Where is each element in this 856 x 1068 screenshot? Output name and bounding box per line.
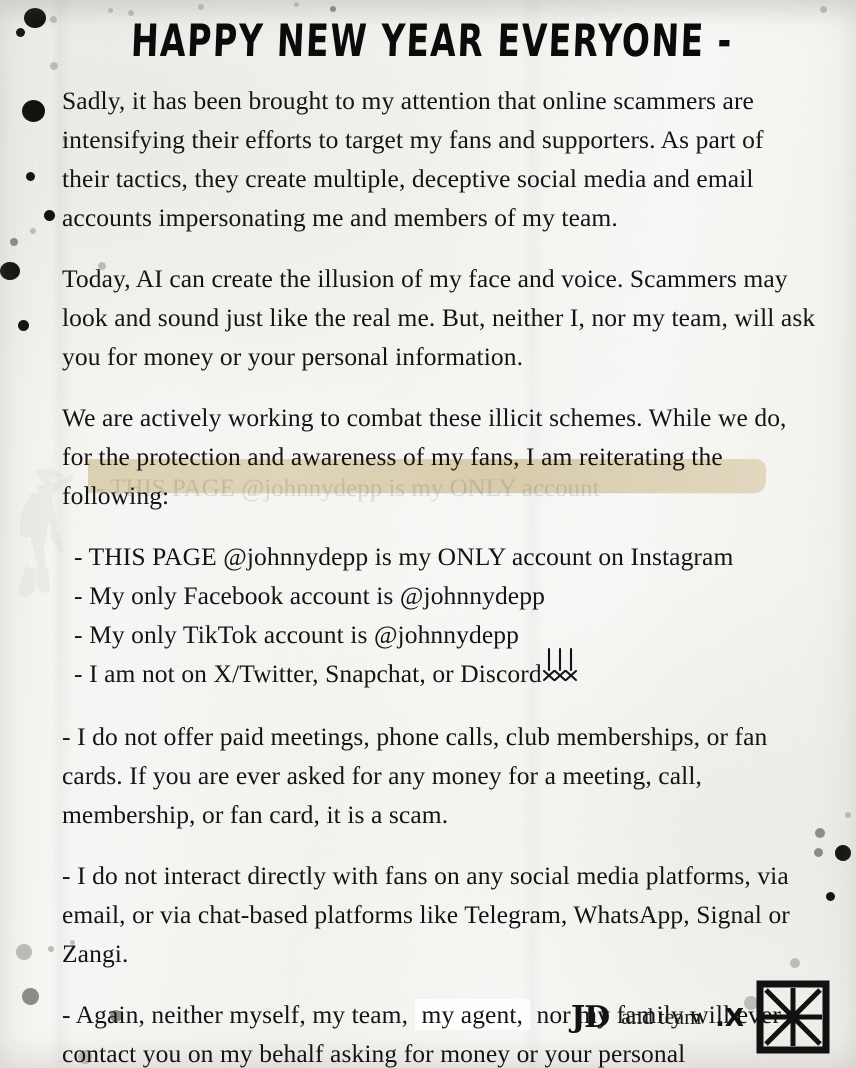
signature-initials: JD — [570, 999, 610, 1035]
bullet-facebook: - My only Facebook account is @johnnydep… — [74, 581, 545, 610]
statement-no-paid-meetings: - I do not offer paid meetings, phone ca… — [62, 717, 816, 834]
down-arrows-x-icon — [542, 647, 586, 685]
signature-kiss: .X — [715, 1002, 744, 1032]
paragraph-scammers: Sadly, it has been brought to my attenti… — [62, 86, 764, 232]
bullet-not-on-platforms: - I am not on X/Twitter, Snapchat, or Di… — [62, 647, 816, 693]
inserted-text-my-agent: my agent, — [414, 999, 530, 1030]
signature-and-team: and team — [621, 1004, 702, 1029]
bullet-tiktok: - My only TikTok account is @johnnydepp — [74, 620, 519, 649]
statement-line: - I do not interact directly with fans o… — [62, 861, 640, 890]
note-body: Sadly, it has been brought to my attenti… — [0, 81, 856, 1068]
statement-no-direct-interaction: - I do not interact directly with fans o… — [62, 856, 816, 973]
account-bullet-list: - THIS PAGE @johnnydepp is my ONLY accou… — [62, 537, 816, 693]
bullet-instagram: - THIS PAGE @johnnydepp is my ONLY accou… — [74, 542, 734, 571]
boxed-star-mark-icon — [756, 980, 830, 1054]
page-title: HAPPY NEW YEAR EVERYONE - — [130, 14, 734, 67]
note-content: HAPPY NEW YEAR EVERYONE - Sadly, it has … — [0, 0, 856, 1068]
paragraph-ai: Today, AI can create the illusion of my … — [62, 264, 816, 371]
statement-line: - I do not offer paid meetings, phone ca… — [62, 722, 729, 751]
final-before-insert: - Again, neither myself, my team, — [62, 1000, 409, 1029]
bullet-not-on-platforms-label: - I am not on X/Twitter, Snapchat, or Di… — [74, 659, 542, 688]
scanned-note-page: - THIS PAGE @johnnydepp is my ONLY accou… — [0, 0, 856, 1068]
paragraph-combat: We are actively working to combat these … — [62, 403, 787, 510]
signature-block: JD and team .X — [571, 980, 830, 1054]
